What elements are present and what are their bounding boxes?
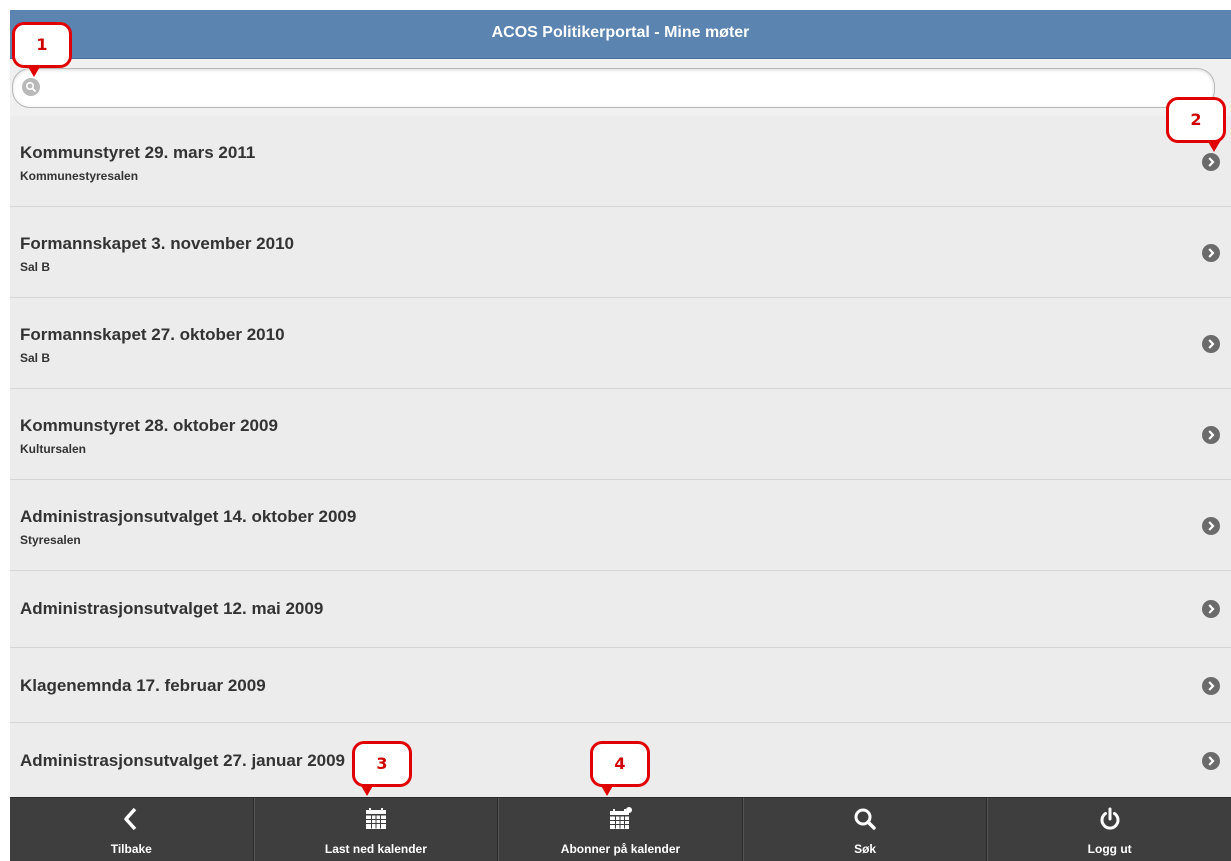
- callout-tail: [27, 65, 41, 77]
- list-item[interactable]: Kommunstyret 29. mars 2011 Kommunestyres…: [10, 116, 1231, 207]
- search-input[interactable]: [12, 68, 1215, 108]
- search-icon: [854, 808, 876, 830]
- chevron-right-icon[interactable]: [1202, 677, 1220, 695]
- download-calendar-button[interactable]: Last ned kalender: [253, 798, 499, 861]
- download-calendar-label: Last ned kalender: [324, 842, 427, 856]
- meeting-location: Sal B: [20, 260, 51, 274]
- callout-2: 2: [1166, 97, 1226, 152]
- callout-3: 3: [352, 741, 412, 796]
- back-button[interactable]: Tilbake: [10, 798, 254, 861]
- calendar-icon: [365, 808, 386, 829]
- list-item[interactable]: Formannskapet 3. november 2010 Sal B: [10, 207, 1231, 298]
- callout-tail: [1207, 140, 1221, 152]
- page-title: ACOS Politikerportal - Mine møter: [10, 10, 1231, 59]
- search-button[interactable]: Søk: [742, 798, 988, 861]
- logout-label: Logg ut: [1087, 842, 1132, 856]
- list-item[interactable]: Kommunstyret 28. oktober 2009 Kultursale…: [10, 389, 1231, 480]
- callout-3-label: 3: [376, 754, 388, 773]
- list-item[interactable]: Administrasjonsutvalget 12. mai 2009: [10, 571, 1231, 648]
- chevron-left-icon: [124, 807, 137, 831]
- chevron-right-icon[interactable]: [1202, 153, 1220, 171]
- callout-4-label: 4: [614, 754, 626, 773]
- back-label: Tilbake: [110, 842, 152, 856]
- power-icon: [1100, 807, 1120, 830]
- meeting-title: Klagenemnda 17. februar 2009: [20, 676, 266, 695]
- meeting-location: Styresalen: [20, 533, 81, 547]
- meeting-location: Kommunestyresalen: [20, 169, 139, 183]
- meeting-title: Kommunstyret 29. mars 2011: [20, 143, 256, 162]
- search-label: Søk: [854, 842, 877, 856]
- chevron-right-icon[interactable]: [1202, 517, 1220, 535]
- search-bar: [10, 59, 1231, 117]
- callout-1: 1: [12, 22, 72, 77]
- subscribe-calendar-label: Abonner på kalender: [560, 842, 681, 856]
- chevron-right-icon[interactable]: [1202, 752, 1220, 770]
- meeting-title: Administrasjonsutvalget 27. januar 2009: [20, 751, 346, 770]
- logout-button[interactable]: Logg ut: [987, 798, 1231, 861]
- bottom-toolbar: Tilbake Last ned kalender Abonner på kal…: [10, 797, 1231, 861]
- meeting-title: Formannskapet 27. oktober 2010: [20, 325, 285, 344]
- meeting-title: Administrasjonsutvalget 12. mai 2009: [20, 599, 324, 618]
- chevron-right-icon[interactable]: [1202, 244, 1220, 262]
- meeting-title: Administrasjonsutvalget 14. oktober 2009: [20, 507, 357, 526]
- chevron-right-icon[interactable]: [1202, 426, 1220, 444]
- app-window: ACOS Politikerportal - Mine møter Kommun…: [10, 10, 1231, 861]
- meeting-location: Kultursalen: [20, 442, 87, 456]
- list-item[interactable]: Formannskapet 27. oktober 2010 Sal B: [10, 298, 1231, 389]
- callout-1-label: 1: [36, 35, 48, 54]
- callout-tail: [360, 784, 374, 796]
- callout-2-label: 2: [1190, 110, 1202, 129]
- chevron-right-icon[interactable]: [1202, 335, 1220, 353]
- subscribe-calendar-button[interactable]: Abonner på kalender: [498, 798, 743, 861]
- callout-4: 4: [590, 741, 650, 796]
- meeting-title: Kommunstyret 28. oktober 2009: [20, 416, 278, 435]
- callout-tail: [600, 784, 614, 796]
- calendar-subscribe-icon: [610, 807, 633, 829]
- list-item[interactable]: Administrasjonsutvalget 14. oktober 2009…: [10, 480, 1231, 571]
- list-item[interactable]: Klagenemnda 17. februar 2009: [10, 648, 1231, 723]
- meeting-list: Kommunstyret 29. mars 2011 Kommunestyres…: [10, 116, 1231, 799]
- meeting-title: Formannskapet 3. november 2010: [20, 234, 295, 253]
- chevron-right-icon[interactable]: [1202, 600, 1220, 618]
- search-icon: [22, 78, 40, 96]
- meeting-location: Sal B: [20, 351, 51, 365]
